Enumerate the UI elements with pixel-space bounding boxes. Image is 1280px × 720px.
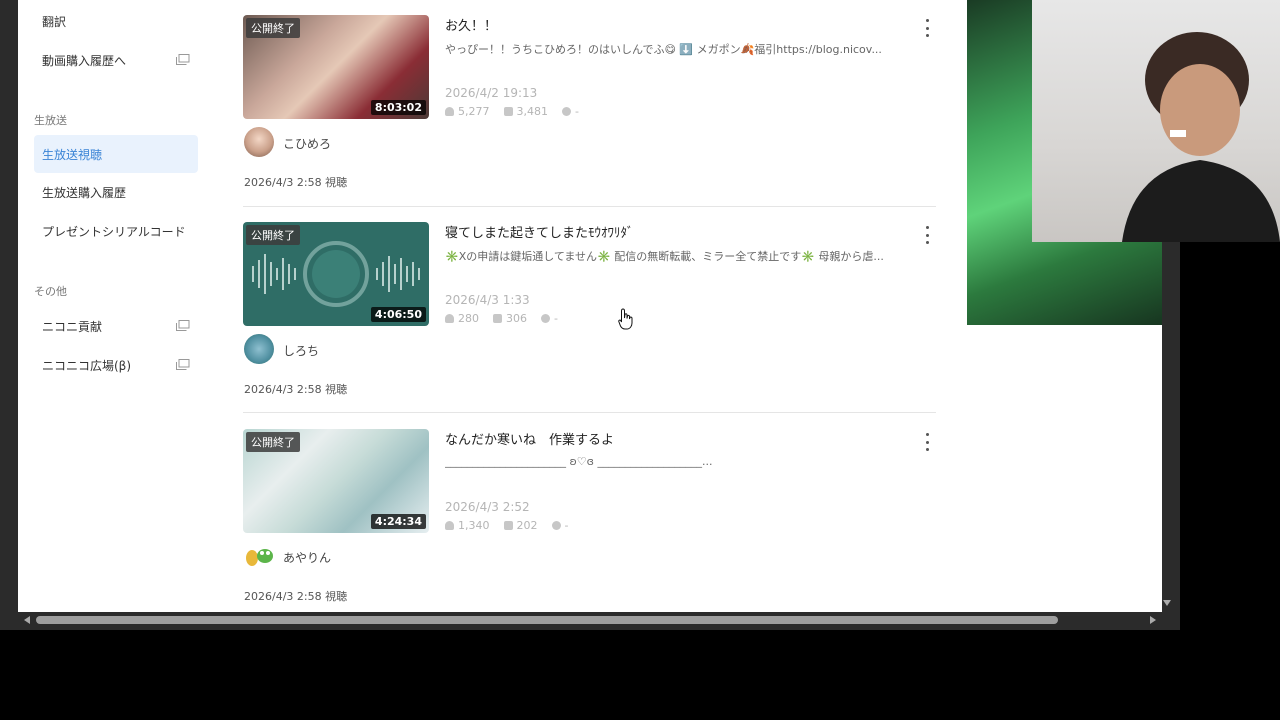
channel-name[interactable]: あやりん [283, 549, 331, 566]
history-item: 公開終了 8:03:02 お久！！ やっぴー！！うちこひめろ！のはいしんでふ😋 … [243, 15, 936, 215]
status-badge: 公開終了 [246, 18, 300, 38]
scroll-down-arrow-icon[interactable] [1163, 600, 1171, 606]
sidebar-item-nico-hiroba[interactable]: ニコニコ広場(β) [34, 346, 198, 384]
sidebar-item-video-purchase-history[interactable]: 動画購入履歴へ [34, 41, 198, 79]
comment-count: 3,481 [516, 105, 549, 118]
scrollbar-thumb[interactable] [36, 616, 1058, 624]
sidebar-item-label: 翻訳 [42, 14, 67, 29]
viewer-count: 280 [458, 312, 479, 325]
duration-label: 4:06:50 [370, 307, 426, 322]
divider [243, 206, 936, 207]
sidebar-item-label: 生放送視聴 [42, 147, 103, 162]
broadcast-date: 2026/4/3 2:52 [445, 500, 530, 514]
video-thumbnail[interactable]: 公開終了 4:24:34 [243, 429, 429, 533]
sidebar: 翻訳 動画購入履歴へ 生放送 生放送視聴 生放送購入履歴 プレゼントシリアルコー… [18, 0, 218, 612]
hand-cursor-icon [618, 308, 633, 330]
video-description: ✳️Xの申請は鍵垢通してません✳️ 配信の無断転載、ミラー全て禁止です✳️ 母親… [445, 250, 884, 263]
streamer-image [1122, 32, 1280, 242]
external-window-icon [176, 54, 190, 65]
horizontal-scrollbar[interactable] [18, 613, 1162, 627]
channel-name[interactable]: しろち [283, 342, 319, 359]
sidebar-item-present-serial-code[interactable]: プレゼントシリアルコード [34, 212, 198, 250]
more-vertical-icon[interactable] [923, 19, 931, 37]
history-item: 公開終了 4:24:34 なんだか寒いね 作業するよ _____________… [243, 429, 936, 612]
person-icon [445, 107, 454, 116]
avatar[interactable] [244, 541, 274, 571]
person-icon [445, 314, 454, 323]
comment-count: 202 [516, 519, 538, 532]
status-badge: 公開終了 [246, 432, 300, 452]
video-description: ______________________ ʚ♡ɞ _____________… [445, 455, 713, 468]
duration-label: 4:24:34 [370, 514, 426, 529]
sidebar-item-label: 動画購入履歴へ [42, 53, 127, 68]
extra-count: - [554, 312, 558, 325]
video-title[interactable]: 寝てしまた起きてしまたﾓｳｵﾜﾘﾀﾞ [445, 222, 634, 241]
status-badge: 公開終了 [246, 225, 300, 245]
watched-date: 2026/4/3 2:58 視聴 [244, 590, 348, 603]
duration-label: 8:03:02 [370, 100, 426, 115]
comment-icon [503, 521, 513, 530]
clock-icon [551, 521, 561, 530]
avatar[interactable] [244, 127, 274, 157]
section-heading-other: その他 [34, 285, 67, 298]
extra-count: - [564, 519, 569, 532]
sidebar-item-label: ニコニコ広場(β) [42, 358, 132, 373]
clock-icon [541, 314, 550, 323]
sidebar-item-label: プレゼントシリアルコード [42, 224, 186, 239]
divider [243, 412, 936, 413]
person-icon [445, 521, 454, 530]
stats-row: 280 306 - [445, 312, 558, 325]
avatar[interactable] [244, 334, 274, 364]
scroll-right-arrow-icon[interactable] [1150, 616, 1156, 624]
more-vertical-icon[interactable] [923, 226, 931, 244]
scroll-left-arrow-icon[interactable] [24, 616, 30, 624]
external-window-icon [176, 359, 190, 370]
video-thumbnail[interactable]: 公開終了 4:06:50 [243, 222, 429, 326]
more-vertical-icon[interactable] [923, 433, 931, 451]
stats-row: 1,340 202 - [445, 519, 568, 532]
broadcast-date: 2026/4/2 19:13 [445, 86, 538, 100]
clock-icon [562, 107, 571, 116]
comment-icon [493, 314, 502, 323]
broadcast-date: 2026/4/3 1:33 [445, 293, 530, 307]
viewer-count: 1,340 [458, 519, 490, 532]
viewer-count: 5,277 [458, 105, 490, 118]
sidebar-item-live-watch[interactable]: 生放送視聴 [34, 135, 198, 173]
stats-row: 5,277 3,481 - [445, 105, 579, 118]
history-item: 公開終了 4:06:50 寝てしまた起きてしまたﾓｳｵﾜﾘﾀﾞ ✳️Xの申請は鍵… [243, 222, 936, 422]
sidebar-item-live-purchase-history[interactable]: 生放送購入履歴 [34, 173, 198, 211]
extra-count: - [575, 105, 579, 118]
section-heading-live: 生放送 [34, 114, 67, 127]
video-description: やっぴー！！うちこひめろ！のはいしんでふ😋 ⬇️ メガポン🍂福引https://… [445, 43, 882, 56]
channel-name[interactable]: こひめろ [283, 135, 331, 152]
comment-count: 306 [506, 312, 527, 325]
video-title[interactable]: なんだか寒いね 作業するよ [445, 429, 614, 448]
sidebar-item-label: ニコニ貢献 [42, 319, 103, 334]
sidebar-item-nico-contribution[interactable]: ニコニ貢献 [34, 307, 198, 345]
external-window-icon [176, 320, 190, 331]
watched-date: 2026/4/3 2:58 視聴 [244, 176, 348, 189]
sidebar-item-label: 生放送購入履歴 [42, 185, 127, 200]
video-thumbnail[interactable]: 公開終了 8:03:02 [243, 15, 429, 119]
comment-icon [503, 107, 513, 116]
sidebar-item-translate[interactable]: 翻訳 [34, 2, 198, 40]
watched-date: 2026/4/3 2:58 視聴 [244, 383, 348, 396]
webcam-overlay [1032, 0, 1280, 242]
video-title[interactable]: お久！！ [445, 15, 497, 34]
